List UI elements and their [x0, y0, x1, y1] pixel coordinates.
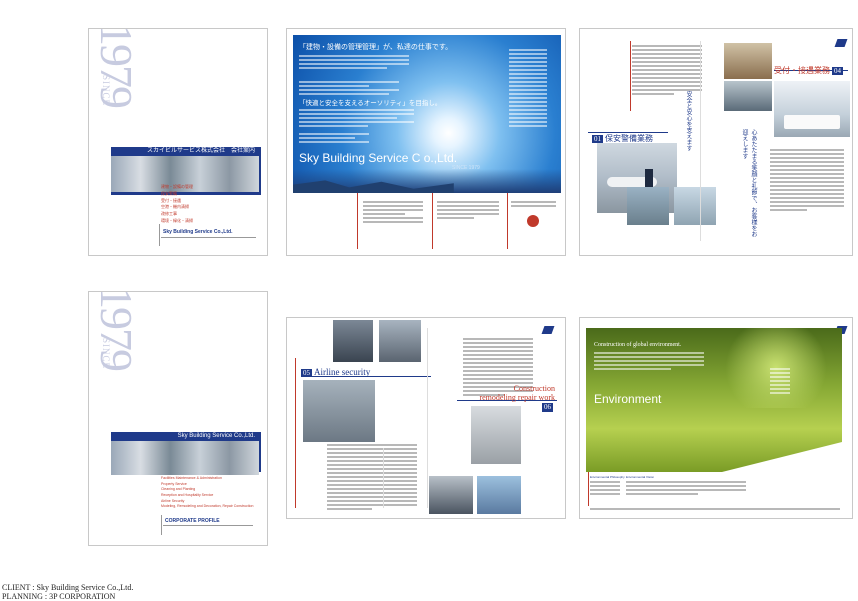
brochure-cover-japanese: SINCE 1979 スカイビルサービス株式会社 会社案内 建物・設備の管理 保…: [88, 28, 268, 256]
sky-headline-2: 「快適と安全を支えるオーソリティ」を目指し。: [299, 99, 442, 107]
environment-intro: Construction of global environment.: [594, 342, 682, 348]
brochure-spread-environment: Construction of global environment. Envi…: [579, 317, 853, 519]
credits: CLIENT : Sky Building Service Co.,Ltd. P…: [2, 583, 133, 601]
cover-banner: スカイビルサービス株式会社 会社案内: [146, 148, 255, 154]
sky-headline: 「建物・設備の管理管理」が、私達の仕事です。: [299, 43, 453, 51]
brochure-spread-security-reception: 01 保安警備業務 安全と安心を支えます 受付・接遇業務 04 心あたたまる笑顔と礼…: [579, 28, 853, 256]
sky-company-name: Sky Building Service C o.,Ltd.: [299, 151, 458, 165]
security-gate-photo: [627, 187, 669, 225]
since-year: 1979: [91, 28, 142, 107]
sky-logo-icon: [527, 215, 539, 227]
airline-photo-top-2: [379, 320, 421, 362]
construction-interior-photo: [471, 406, 521, 464]
reception-heading: 受付・接遇業務 04: [774, 66, 843, 75]
cover-menu: 建物・設備の管理 保安警備 受付・接遇 空港・機内清掃 改修工事 環境・緑化・清…: [161, 184, 193, 223]
reception-desk-photo: [724, 81, 772, 111]
cover-photo-strip-en: [111, 441, 259, 475]
brochure-spread-airline-construction: 05 Airline security Construction remodeli…: [286, 317, 566, 519]
reception-lobby-photo: [774, 81, 850, 137]
construction-street-photo: [429, 476, 473, 514]
security-vertical-text: 安全と安心を支えます: [685, 91, 691, 151]
environment-vision-label: Environmental Vision: [626, 475, 655, 479]
cover-company-name: Sky Building Service Co.,Ltd.: [163, 229, 233, 235]
construction-building-photo: [477, 476, 521, 514]
cover-banner-en: Sky Building Service Co.,Ltd.: [177, 433, 255, 439]
airline-heading: 05 Airline security: [301, 367, 371, 377]
since-year-en: 1979: [91, 291, 142, 370]
airline-vertical-caption: [383, 448, 390, 508]
logo-icon: [541, 326, 555, 334]
brochure-spread-sky: 「建物・設備の管理管理」が、私達の仕事です。 「快適と安全を支えるオーソリティ」…: [286, 28, 566, 256]
sky-since: SINCE 1979: [452, 165, 480, 171]
corporate-profile-label: CORPORATE PROFILE: [165, 518, 220, 524]
airline-control-room-photo: [303, 380, 375, 442]
security-building-photo: [674, 187, 716, 225]
logo-icon: [834, 39, 848, 47]
environment-title: Environment: [594, 392, 662, 406]
cover-menu-en: Facilities Maintenance & Administration …: [161, 476, 254, 509]
environment-philosophy-label: Environmental Philosophy: [590, 475, 625, 479]
credits-client: CLIENT : Sky Building Service Co.,Ltd.: [2, 583, 134, 592]
airline-photo-top-1: [333, 320, 373, 362]
reception-vertical-text: 心あたたまる笑顔と礼節で、お客様をお迎えします: [741, 129, 756, 237]
reception-staff-photo: [724, 43, 772, 79]
brochure-cover-english: SINCE 1979 Sky Building Service Co.,Ltd.…: [88, 291, 268, 546]
